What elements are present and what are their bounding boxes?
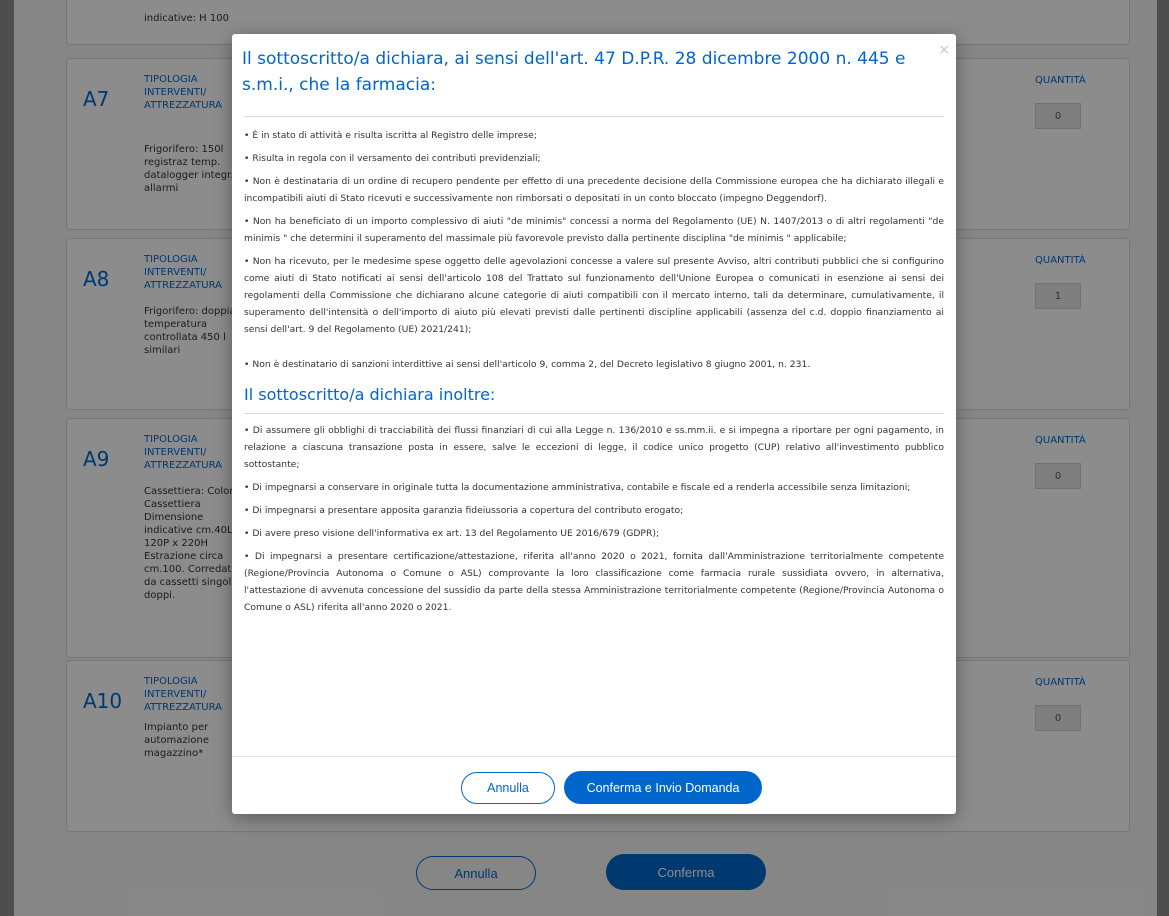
declaration-item: Non è destinataria di un ordine di recup…	[244, 173, 944, 207]
modal-cancel-button[interactable]: Annulla	[461, 772, 555, 804]
declaration-item: Di impegnarsi a presentare certificazion…	[244, 548, 944, 616]
confirm-and-submit-button[interactable]: Conferma e Invio Domanda	[564, 771, 762, 804]
modal-footer: Annulla Conferma e Invio Domanda	[232, 756, 956, 815]
modal-title: Il sottoscritto/a dichiara, ai sensi del…	[242, 49, 906, 95]
declaration-modal: × Il sottoscritto/a dichiara, ai sensi d…	[232, 34, 956, 814]
declaration-item: Non è destinatario di sanzioni interditt…	[244, 356, 944, 373]
section-title: Il sottoscritto/a dichiara inoltre:	[244, 385, 496, 404]
declaration-item: Di assumere gli obblighi di tracciabilit…	[244, 422, 944, 473]
modal-body: È in stato di attività e risulta iscritt…	[244, 116, 944, 622]
declaration-item: Di avere preso visione dell'informativa …	[244, 525, 944, 542]
divider	[244, 116, 944, 117]
declaration-item: Di impegnarsi a presentare apposita gara…	[244, 502, 944, 519]
declaration-item: Di impegnarsi a conservare in originale …	[244, 479, 944, 496]
declaration-item: È in stato di attività e risulta iscritt…	[244, 127, 944, 144]
declaration-item: Non ha ricevuto, per le medesime spese o…	[244, 253, 944, 338]
declarations-list: È in stato di attività e risulta iscritt…	[244, 127, 944, 373]
divider	[244, 413, 944, 414]
close-icon[interactable]: ×	[938, 42, 950, 58]
declaration-item: Risulta in regola con il versamento dei …	[244, 150, 944, 167]
declaration-item: Non ha beneficiato di un importo comples…	[244, 213, 944, 247]
declarations-list-2: Di assumere gli obblighi di tracciabilit…	[244, 422, 944, 616]
